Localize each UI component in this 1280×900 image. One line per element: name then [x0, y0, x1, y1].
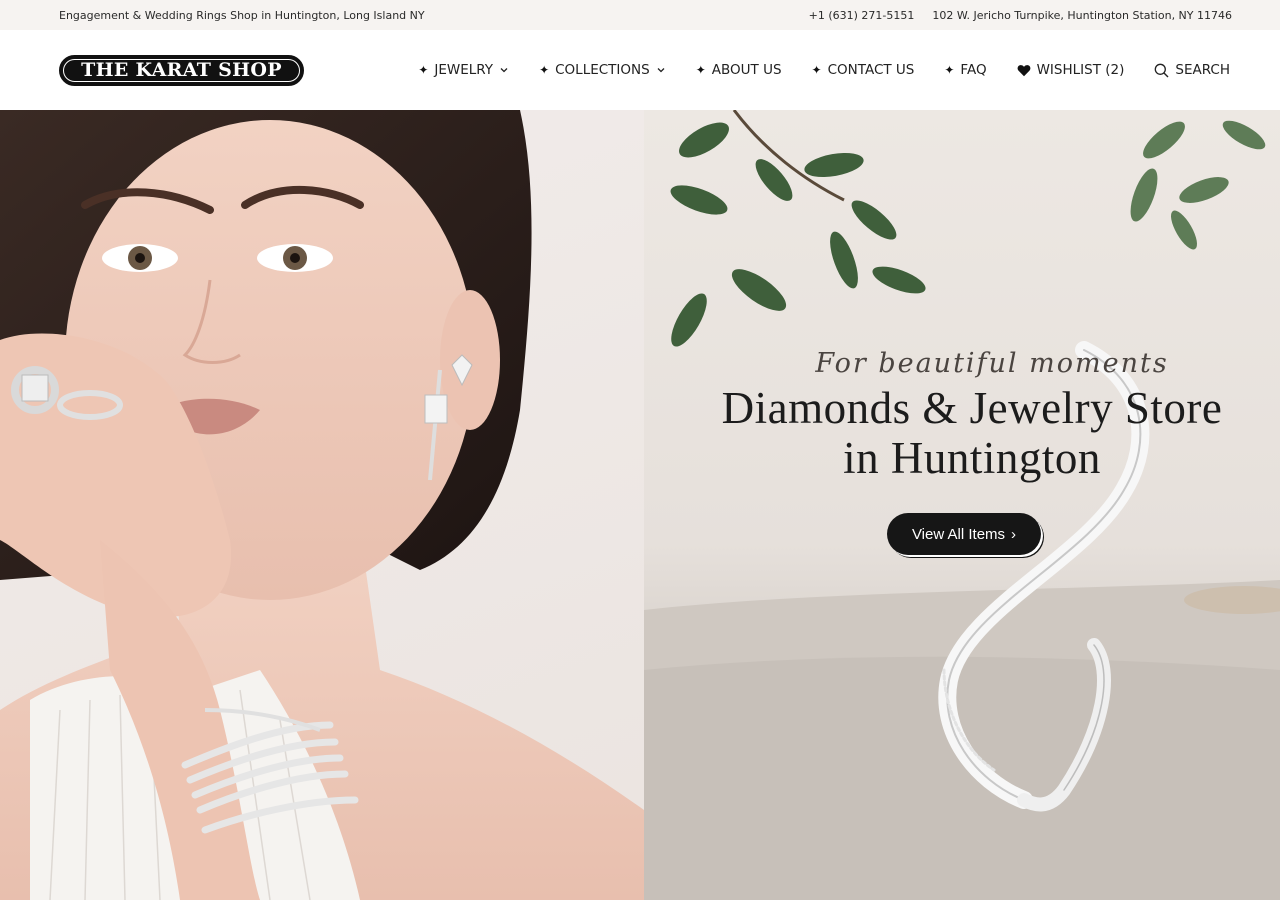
view-all-items-button[interactable]: View All Items › — [886, 513, 1042, 555]
nav-jewelry[interactable]: ✦ JEWELRY — [418, 62, 509, 78]
contact-info: +1 (631) 271-5151 102 W. Jericho Turnpik… — [809, 9, 1232, 22]
logo-text: THE KARAT SHOP — [63, 58, 300, 82]
nav-collections-label: COLLECTIONS — [555, 62, 650, 78]
top-info-bar: Engagement & Wedding Rings Shop in Hunti… — [0, 0, 1280, 30]
sparkle-icon: ✦ — [695, 63, 706, 77]
search-icon — [1154, 63, 1169, 78]
hero-headline-line-2: in Huntington — [843, 433, 1101, 483]
hero-model-image — [0, 110, 644, 900]
nav-contact-label: CONTACT US — [827, 62, 915, 78]
nav-search-label: SEARCH — [1175, 62, 1230, 78]
nav-faq[interactable]: ✦ FAQ — [944, 62, 986, 78]
nav-about-us[interactable]: ✦ ABOUT US — [696, 62, 782, 78]
phone-link[interactable]: +1 (631) 271-5151 — [809, 9, 915, 22]
hero-text-block: For beautiful moments Diamonds & Jewelry… — [644, 348, 1280, 555]
chevron-right-icon: › — [1011, 525, 1017, 543]
nav-contact-us[interactable]: ✦ CONTACT US — [812, 62, 915, 78]
nav-wishlist-label: WISHLIST (2) — [1036, 62, 1125, 78]
hero-script-tagline: For beautiful moments — [815, 348, 1169, 379]
nav-search[interactable]: SEARCH — [1154, 62, 1230, 78]
main-nav: ✦ JEWELRY ✦ COLLECTIONS ✦ ABOUT US ✦ CON… — [418, 62, 1230, 78]
sparkle-icon: ✦ — [944, 63, 955, 77]
model-with-jewelry-illustration — [0, 110, 644, 900]
cta-label: View All Items — [911, 525, 1006, 543]
address-link[interactable]: 102 W. Jericho Turnpike, Huntington Stat… — [932, 9, 1232, 22]
nav-wishlist[interactable]: WISHLIST (2) — [1017, 62, 1125, 78]
sparkle-icon: ✦ — [811, 63, 822, 77]
hero-headline-line-1: Diamonds & Jewelry Store — [721, 383, 1223, 433]
chevron-down-icon — [499, 65, 509, 75]
hero-product-panel: For beautiful moments Diamonds & Jewelry… — [644, 110, 1280, 900]
heart-icon — [1017, 64, 1031, 77]
site-header: THE KARAT SHOP ✦ JEWELRY ✦ COLLECTIONS ✦… — [0, 30, 1280, 110]
nav-faq-label: FAQ — [960, 62, 987, 78]
hero-headline: Diamonds & Jewelry Store in Huntington — [664, 383, 1280, 483]
sparkle-icon: ✦ — [539, 63, 550, 77]
nav-jewelry-label: JEWELRY — [434, 62, 494, 78]
karat-shop-logo[interactable]: THE KARAT SHOP — [59, 54, 304, 86]
nav-about-label: ABOUT US — [711, 62, 782, 78]
store-tagline: Engagement & Wedding Rings Shop in Hunti… — [59, 8, 425, 22]
chevron-down-icon — [656, 65, 666, 75]
sparkle-icon: ✦ — [418, 63, 429, 77]
nav-collections[interactable]: ✦ COLLECTIONS — [539, 62, 666, 78]
